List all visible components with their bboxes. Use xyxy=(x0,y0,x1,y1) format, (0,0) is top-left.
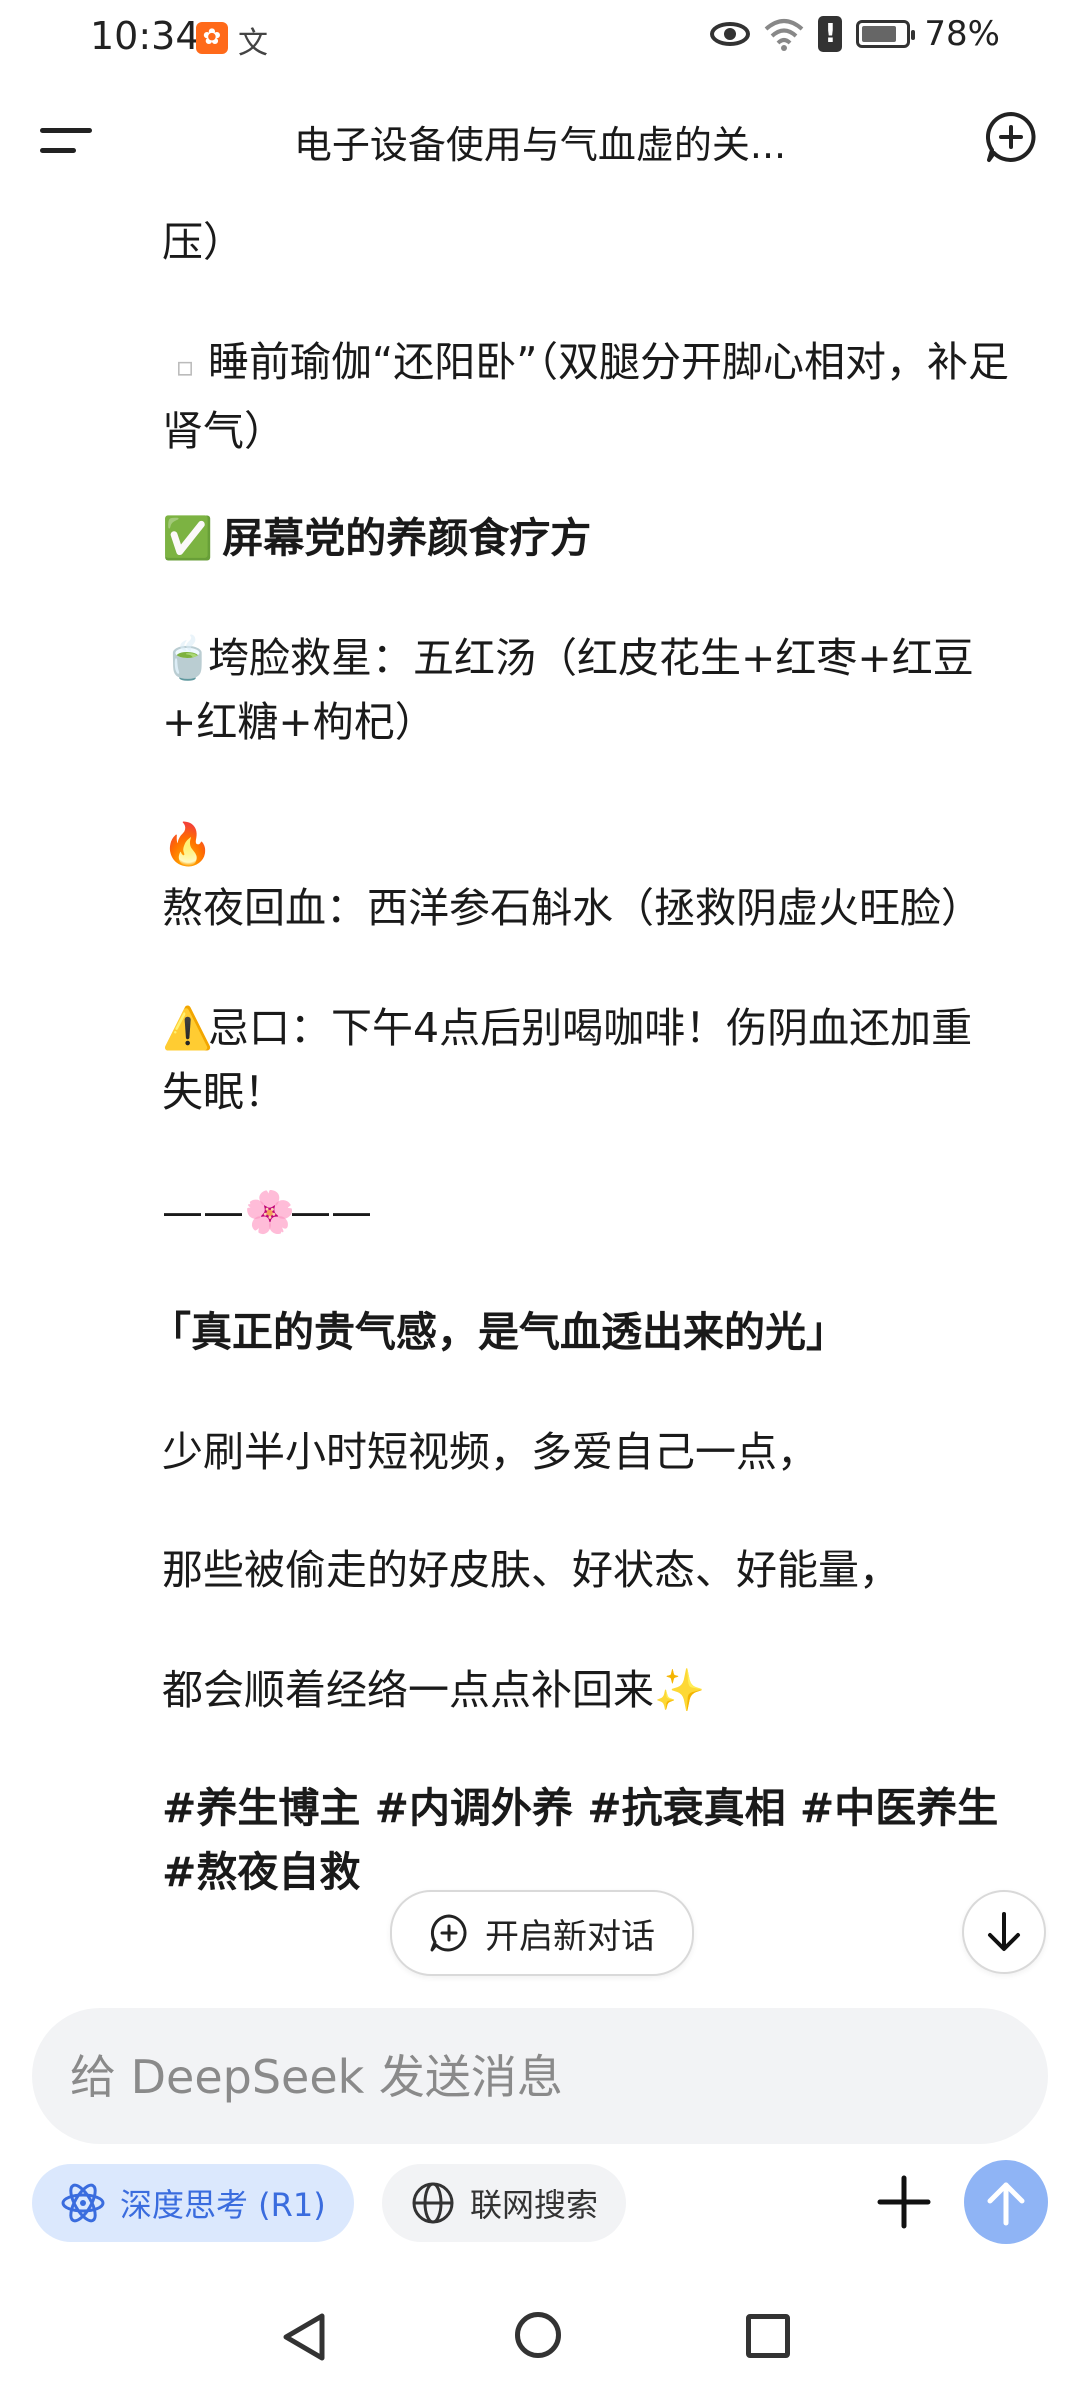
eye-icon xyxy=(710,22,751,46)
new-chat-icon[interactable] xyxy=(984,110,1038,164)
sparkles-icon: ✨ xyxy=(654,1666,706,1714)
hashtags: #养生博主 #内调外养 #抗衰真相 #中医养生 #熬夜自救 xyxy=(162,1784,999,1896)
tea-paragraph: 🍵垮脸救星：五红汤（红皮花生+红枣+红豆+红糖+枸杞） xyxy=(162,626,1012,754)
recents-icon[interactable] xyxy=(746,2314,790,2358)
warning-icon: ⚠️ xyxy=(162,1004,214,1052)
yoga-paragraph: ▫ 睡前瑜伽“还阳卧”（双腿分开脚心相对，补足肾气） xyxy=(162,330,1012,463)
quote-heading: 「真正的贵气感，是气血透出来的光」 xyxy=(150,1308,847,1356)
status-time: 10:34 xyxy=(90,14,200,58)
translate-icon: 文 xyxy=(238,26,268,61)
arrow-up-icon xyxy=(987,2182,1025,2226)
system-nav-bar xyxy=(0,2290,1080,2400)
text-line: 都会顺着经络一点点补回来✨ xyxy=(162,1658,1012,1722)
text-line: 那些被偷走的好皮肤、好状态、好能量， xyxy=(162,1546,900,1594)
fire-icon: 🔥 xyxy=(162,820,214,868)
atom-icon xyxy=(61,2183,105,2223)
chat-header: 电子设备使用与气血虚的关... xyxy=(0,90,1080,190)
new-chat-label: 开启新对话 xyxy=(485,1916,655,1957)
send-button[interactable] xyxy=(964,2160,1048,2244)
section-heading: ✅ 屏幕党的养颜食疗方 xyxy=(162,506,1012,570)
status-right-group: ! 78% xyxy=(710,14,1000,54)
cherry-blossom-icon: 🌸 xyxy=(244,1188,296,1236)
divider: ——🌸—— xyxy=(162,1180,1012,1244)
warning-paragraph: ⚠️忌口：下午4点后别喝咖啡！伤阴血还加重失眠！ xyxy=(162,996,1012,1124)
status-bar: 10:34 ✿ 文 ! 78% xyxy=(0,0,1080,80)
scroll-down-button[interactable] xyxy=(962,1890,1046,1974)
new-chat-bubble-icon xyxy=(430,1914,467,1952)
check-mark-icon: ✅ xyxy=(162,514,214,562)
message-input-box[interactable] xyxy=(32,2008,1048,2146)
plus-icon[interactable] xyxy=(872,2170,936,2234)
fire-paragraph: 🔥熬夜回血：西洋参石斛水（拯救阴虚火旺脸） xyxy=(162,812,1012,940)
tea-icon: 🍵 xyxy=(162,634,214,682)
app-notification-icon: ✿ xyxy=(196,22,228,54)
small-square-icon: ▫ xyxy=(175,350,195,383)
web-search-label: 联网搜索 xyxy=(470,2186,599,2224)
battery-icon xyxy=(856,20,916,48)
home-icon[interactable] xyxy=(515,2312,561,2358)
page-title[interactable]: 电子设备使用与气血虚的关... xyxy=(150,114,930,169)
deep-think-toggle[interactable]: 深度思考 (R1) xyxy=(32,2164,354,2242)
web-search-toggle[interactable]: 联网搜索 xyxy=(382,2164,627,2242)
menu-icon[interactable] xyxy=(40,120,96,160)
text-line: 少刷半小时短视频，多爱自己一点， xyxy=(162,1428,818,1476)
wifi-icon xyxy=(765,19,804,51)
arrow-down-icon xyxy=(988,1912,1020,1951)
back-icon[interactable] xyxy=(280,2312,328,2362)
new-chat-button[interactable]: 开启新对话 xyxy=(390,1890,694,1976)
globe-icon xyxy=(412,2182,454,2224)
alert-icon: ! xyxy=(818,16,843,52)
deep-think-label: 深度思考 (R1) xyxy=(120,2186,326,2224)
text-line: 压） xyxy=(162,218,244,266)
battery-percent: 78% xyxy=(924,14,1000,54)
message-input[interactable] xyxy=(68,2008,992,2146)
